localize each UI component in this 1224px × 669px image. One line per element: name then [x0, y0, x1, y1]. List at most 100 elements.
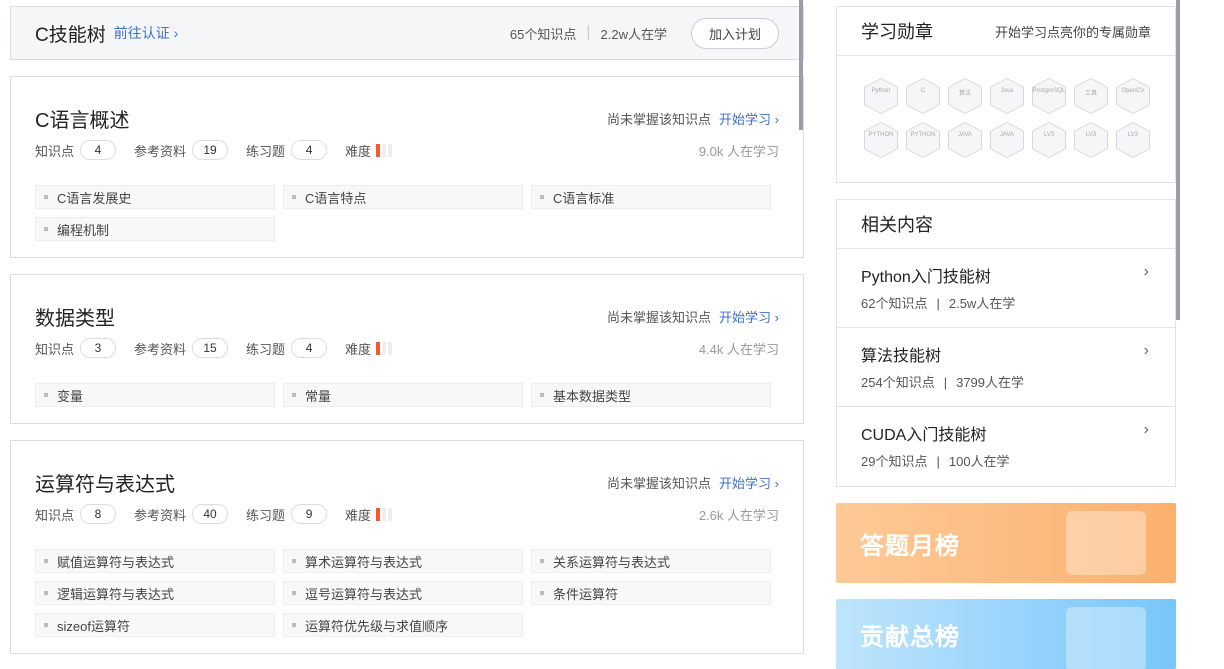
knowledge-point[interactable]: 赋值运算符与表达式	[35, 549, 275, 573]
badge-label: OpenCV	[1117, 79, 1149, 113]
exercises-count: 4	[291, 140, 328, 160]
points-label: 知识点	[35, 507, 75, 523]
refs-label: 参考资料	[134, 507, 187, 523]
contribution-ranking-banner[interactable]: 贡献总榜	[836, 599, 1176, 669]
related-item-learners: 3799人在学	[956, 375, 1025, 390]
page-scrollbar[interactable]	[1176, 0, 1180, 320]
knowledge-point[interactable]: sizeof运算符	[35, 613, 275, 637]
badge-icon[interactable]: Java	[990, 78, 1024, 114]
badge-icon[interactable]: PYTHON	[864, 122, 898, 158]
divider: |	[586, 24, 591, 41]
badge-label: LV3	[1117, 123, 1149, 157]
section-card: 数据类型 尚未掌握该知识点 开始学习 › 知识点 3 参考资料 15 练习题 4 难度…	[10, 274, 804, 424]
divider: |	[936, 454, 940, 469]
refs-count: 40	[192, 504, 229, 524]
badge-icon[interactable]: LV3	[1116, 122, 1150, 158]
badge-icon[interactable]: PostgreSQL	[1032, 78, 1066, 114]
related-item-learners: 100人在学	[948, 454, 1010, 469]
difficulty-meter	[376, 143, 393, 157]
join-plan-button[interactable]: 加入计划	[691, 17, 779, 49]
knowledge-point[interactable]: C语言特点	[283, 185, 523, 209]
not-mastered-text: 尚未掌握该知识点	[607, 111, 712, 127]
knowledge-point[interactable]: 关系运算符与表达式	[531, 549, 771, 573]
chevron-right-icon: ›	[1143, 421, 1149, 438]
trophy-icon	[1066, 607, 1146, 669]
sidebar: 学习勋章 开始学习点亮你的专属勋章 Python C 算法 Java PostgreSQL…	[836, 6, 1176, 669]
points-count: 4	[80, 140, 117, 160]
badge-icon[interactable]: JAVA	[948, 122, 982, 158]
badge-icon[interactable]: LV3	[1074, 122, 1108, 158]
badge-label: PYTHON	[907, 123, 939, 157]
refs-label: 参考资料	[134, 341, 187, 357]
badge-label: Java	[991, 79, 1023, 113]
badge-label: 算法	[949, 79, 981, 113]
knowledge-point[interactable]: 逻辑运算符与表达式	[35, 581, 275, 605]
badge-label: 工具	[1075, 79, 1107, 113]
page-title: C技能树	[35, 24, 106, 46]
badge-icon[interactable]: 工具	[1074, 78, 1108, 114]
badge-label: LV3	[1075, 123, 1107, 157]
chevron-right-icon: ›	[1143, 342, 1149, 359]
related-item[interactable]: Python入门技能树 62个知识点 | 2.5w人在学 ›	[837, 249, 1175, 328]
knowledge-point[interactable]: 算术运算符与表达式	[283, 549, 523, 573]
knowledge-point[interactable]: C语言标准	[531, 185, 771, 209]
exercises-label: 练习题	[246, 341, 286, 357]
monthly-ranking-banner[interactable]: 答题月榜	[836, 503, 1176, 583]
knowledge-point[interactable]: 基本数据类型	[531, 383, 771, 407]
exercises-count: 9	[291, 504, 328, 524]
contribution-ranking-label: 贡献总榜	[860, 623, 960, 651]
related-item[interactable]: CUDA入门技能树 29个知识点 | 100人在学 ›	[837, 407, 1175, 486]
difficulty-meter	[376, 507, 393, 521]
badges-subtitle: 开始学习点亮你的专属勋章	[994, 24, 1151, 40]
start-learning-link[interactable]: 开始学习 ›	[719, 307, 779, 326]
badge-icon[interactable]: JAVA	[990, 122, 1024, 158]
certification-link[interactable]: 前往认证 ›	[114, 23, 179, 43]
chevron-right-icon: ›	[1143, 263, 1149, 280]
points-count: 65个知识点	[509, 26, 577, 42]
knowledge-point[interactable]: 编程机制	[35, 217, 275, 241]
knowledge-point[interactable]: 常量	[283, 383, 523, 407]
learners-count: 9.0k 人在学习	[698, 143, 779, 159]
section-card: 运算符与表达式 尚未掌握该知识点 开始学习 › 知识点 8 参考资料 40 练习题 9…	[10, 440, 804, 654]
badge-label: PostgreSQL	[1033, 79, 1065, 113]
start-learning-link[interactable]: 开始学习 ›	[719, 473, 779, 492]
not-mastered-text: 尚未掌握该知识点	[607, 475, 712, 491]
points-label: 知识点	[35, 143, 75, 159]
difficulty-label: 难度	[345, 341, 372, 357]
badge-icon[interactable]: C	[906, 78, 940, 114]
badge-icon[interactable]: Python	[864, 78, 898, 114]
related-item-points: 62个知识点	[861, 296, 928, 311]
related-item[interactable]: 算法技能树 254个知识点 | 3799人在学 ›	[837, 328, 1175, 407]
badges-title: 学习勋章	[861, 22, 933, 42]
section-title[interactable]: 运算符与表达式	[35, 468, 607, 497]
badge-icon[interactable]: OpenCV	[1116, 78, 1150, 114]
related-item-name: Python入门技能树	[861, 269, 991, 286]
section-title[interactable]: 数据类型	[35, 302, 607, 331]
badge-label: PYTHON	[865, 123, 897, 157]
points-count: 3	[80, 338, 117, 358]
points-count: 8	[80, 504, 117, 524]
related-item-name: 算法技能树	[861, 348, 942, 365]
difficulty-label: 难度	[345, 143, 372, 159]
exercises-label: 练习题	[246, 143, 286, 159]
badge-label: JAVA	[991, 123, 1023, 157]
learners-count: 2.6k 人在学习	[698, 507, 779, 523]
knowledge-point[interactable]: 逗号运算符与表达式	[283, 581, 523, 605]
refs-label: 参考资料	[134, 143, 187, 159]
skill-tree-header: C技能树 前往认证 › 65个知识点 | 2.2w人在学 加入计划	[10, 6, 804, 60]
main-scrollbar[interactable]	[799, 0, 803, 130]
knowledge-point[interactable]: 变量	[35, 383, 275, 407]
badge-icon[interactable]: PYTHON	[906, 122, 940, 158]
start-learning-link[interactable]: 开始学习 ›	[719, 109, 779, 128]
knowledge-point[interactable]: C语言发展史	[35, 185, 275, 209]
badge-icon[interactable]: LV3	[1032, 122, 1066, 158]
badge-icon[interactable]: 算法	[948, 78, 982, 114]
points-label: 知识点	[35, 341, 75, 357]
divider: |	[943, 375, 948, 390]
section-title[interactable]: C语言概述	[35, 104, 607, 133]
knowledge-point[interactable]: 运算符优先级与求值顺序	[283, 613, 523, 637]
exercises-label: 练习题	[246, 507, 286, 523]
related-item-learners: 2.5w人在学	[948, 296, 1016, 311]
not-mastered-text: 尚未掌握该知识点	[607, 309, 712, 325]
knowledge-point[interactable]: 条件运算符	[531, 581, 771, 605]
